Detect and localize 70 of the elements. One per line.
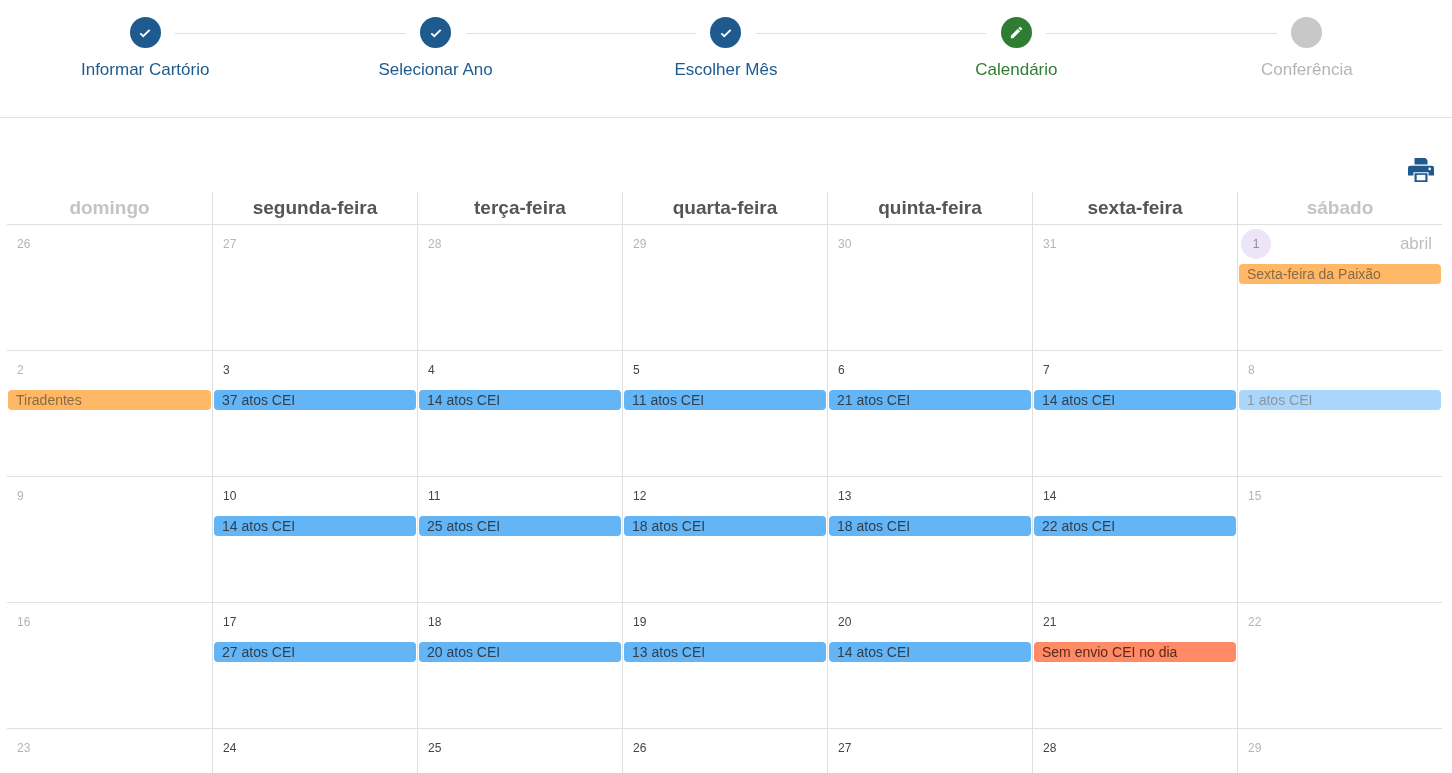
day-number: 16	[17, 615, 31, 629]
day-number: 10	[223, 489, 237, 503]
day-number: 1	[1241, 229, 1271, 259]
step-circle[interactable]	[710, 17, 742, 48]
calendar-event[interactable]: 11 atos CEI	[624, 390, 826, 410]
day-number: 15	[1248, 489, 1262, 503]
day-number: 20	[838, 615, 852, 629]
day-number: 3	[223, 363, 230, 377]
calendar-event[interactable]: 14 atos CEI	[1034, 390, 1236, 410]
day-number: 17	[223, 615, 237, 629]
day-number: 9	[17, 489, 24, 503]
printer-icon[interactable]	[1408, 158, 1434, 182]
weekday-header: domingo	[68, 196, 151, 220]
day-number: 31	[1043, 237, 1057, 251]
day-number: 30	[838, 237, 852, 251]
day-number: 24	[223, 741, 237, 755]
day-number: 11	[428, 489, 441, 503]
step-circle[interactable]	[1000, 17, 1032, 48]
calendar-event[interactable]: 27 atos CEI	[214, 642, 416, 662]
weekday-header: terça-feira	[417, 192, 622, 224]
weekday-header: sexta-feira	[1032, 192, 1237, 224]
step-label[interactable]: Calendário	[975, 60, 1058, 80]
step-label[interactable]: Informar Cartório	[80, 60, 210, 80]
weekday-header: quinta-feira	[827, 192, 1032, 224]
day-number: 21	[1043, 615, 1057, 629]
calendar-event[interactable]: 22 atos CEI	[1034, 516, 1236, 536]
day-number: 14	[1043, 489, 1057, 503]
day-number: 2	[17, 363, 24, 377]
calendar-event[interactable]: 20 atos CEI	[419, 642, 621, 662]
day-number: 8	[1248, 363, 1255, 377]
calendar-event[interactable]: Tiradentes	[8, 390, 211, 410]
day-number: 25	[428, 741, 442, 755]
day-number: 23	[17, 741, 31, 755]
calendar-event[interactable]: 14 atos CEI	[214, 516, 416, 536]
day-number: 6	[838, 363, 845, 377]
pencil-icon	[1008, 25, 1024, 40]
day-number: 4	[428, 363, 435, 377]
day-number: 26	[17, 237, 31, 251]
month-label: abril	[1399, 234, 1432, 254]
day-number: 5	[633, 363, 640, 377]
calendar-event[interactable]: 21 atos CEI	[829, 390, 1031, 410]
day-number: 27	[223, 237, 237, 251]
weekday-header: sábado	[1237, 192, 1442, 224]
calendar-event[interactable]: Sexta-feira da Paixão	[1239, 264, 1441, 284]
day-number: 28	[1043, 741, 1057, 755]
step-circle[interactable]	[420, 17, 452, 48]
calendar-event[interactable]: Sem envio CEI no dia	[1034, 642, 1236, 662]
day-number: 7	[1043, 363, 1050, 377]
day-number: 13	[838, 489, 852, 503]
day-number: 18	[428, 615, 442, 629]
day-number: 26	[633, 741, 647, 755]
day-number: 28	[428, 237, 442, 251]
calendar-event[interactable]: 18 atos CEI	[829, 516, 1031, 536]
day-number: 12	[633, 489, 647, 503]
step-circle[interactable]	[129, 17, 161, 48]
calendar-event[interactable]: 37 atos CEI	[214, 390, 416, 410]
weekday-header: segunda-feira	[212, 192, 417, 224]
calendar-event[interactable]: 14 atos CEI	[419, 390, 621, 410]
calendar-event[interactable]: 18 atos CEI	[624, 516, 826, 536]
calendar-event[interactable]: 25 atos CEI	[419, 516, 621, 536]
calendar-event[interactable]: 13 atos CEI	[624, 642, 826, 662]
day-number: 27	[838, 741, 852, 755]
day-number: 29	[1248, 741, 1262, 755]
day-number: 29	[633, 237, 647, 251]
calendar-event[interactable]: 14 atos CEI	[829, 642, 1031, 662]
step-label[interactable]: Selecionar Ano	[378, 60, 493, 80]
weekday-header: quarta-feira	[622, 192, 827, 224]
day-number: 22	[1248, 615, 1262, 629]
step-label[interactable]: Escolher Mês	[674, 60, 778, 80]
day-number: 19	[633, 615, 647, 629]
